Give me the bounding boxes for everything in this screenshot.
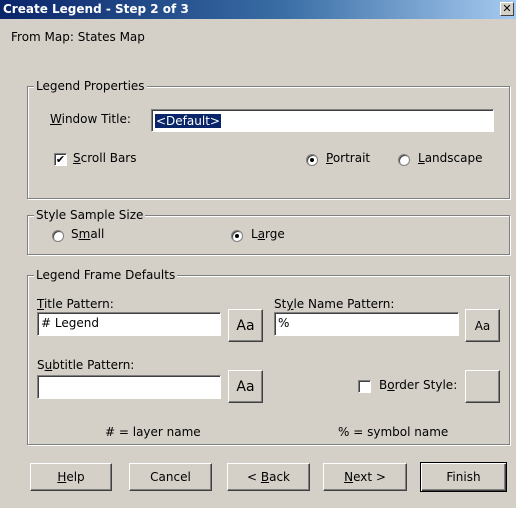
- style-name-pattern-label: Style Name Pattern:: [274, 297, 395, 311]
- large-radio[interactable]: [231, 230, 243, 242]
- next-button[interactable]: Next >: [323, 463, 407, 491]
- portrait-label[interactable]: Portrait: [326, 151, 370, 165]
- close-icon: ✕: [502, 2, 512, 15]
- dialog-window: Create Legend - Step 2 of 3 ✕ From Map: …: [0, 0, 516, 508]
- radio-dot-icon: [235, 234, 239, 238]
- scroll-bars-checkbox[interactable]: ✔: [54, 153, 67, 166]
- subtitle-font-button[interactable]: Aa: [228, 370, 263, 403]
- scroll-bars-label[interactable]: Scroll Bars: [73, 151, 137, 165]
- title-font-button[interactable]: Aa: [228, 309, 263, 342]
- from-map-value: States Map: [77, 30, 145, 44]
- landscape-radio[interactable]: [398, 154, 410, 166]
- radio-dot-icon: [310, 158, 314, 162]
- border-style-button[interactable]: [465, 370, 500, 403]
- window-title-input[interactable]: <Default>: [151, 109, 494, 132]
- portrait-radio[interactable]: [306, 154, 318, 166]
- border-style-checkbox[interactable]: [358, 380, 371, 393]
- legend-properties-group: Legend Properties: [27, 79, 510, 199]
- style-name-pattern-value: %: [278, 316, 290, 330]
- legend-frame-defaults-label: Legend Frame Defaults: [34, 268, 178, 282]
- legend-properties-label: Legend Properties: [34, 79, 147, 93]
- window-title: Create Legend - Step 2 of 3: [3, 2, 189, 16]
- subtitle-pattern-input[interactable]: [37, 375, 221, 399]
- title-bar: Create Legend - Step 2 of 3 ✕: [0, 0, 516, 19]
- landscape-label[interactable]: Landscape: [418, 151, 482, 165]
- window-title-field-label: Window Title:: [50, 112, 131, 126]
- font-aa-icon: Aa: [474, 318, 491, 333]
- cancel-button[interactable]: Cancel: [129, 463, 212, 491]
- window-title-value: <Default>: [155, 114, 221, 128]
- style-name-pattern-input[interactable]: %: [274, 312, 459, 336]
- title-pattern-input[interactable]: # Legend: [37, 312, 221, 336]
- symbol-name-note: % = symbol name: [338, 425, 449, 439]
- title-pattern-value: # Legend: [41, 316, 99, 330]
- style-name-font-button[interactable]: Aa: [465, 309, 500, 342]
- font-aa-icon: Aa: [236, 378, 255, 395]
- from-map-label: From Map:: [11, 30, 74, 44]
- style-sample-size-label: Style Sample Size: [34, 208, 146, 222]
- close-button[interactable]: ✕: [500, 2, 514, 16]
- finish-button[interactable]: Finish: [420, 462, 507, 492]
- small-label[interactable]: Small: [71, 227, 104, 241]
- border-style-label[interactable]: Border Style:: [379, 378, 457, 392]
- subtitle-pattern-label: Subtitle Pattern:: [37, 358, 135, 372]
- checkmark-icon: ✔: [55, 153, 66, 166]
- small-radio[interactable]: [52, 230, 64, 242]
- back-button[interactable]: < Back: [227, 463, 310, 491]
- font-aa-icon: Aa: [236, 317, 255, 334]
- large-label[interactable]: Large: [251, 227, 285, 241]
- layer-name-note: # = layer name: [105, 425, 201, 439]
- title-pattern-label: Title Pattern:: [37, 297, 114, 311]
- help-button[interactable]: Help: [30, 463, 112, 491]
- from-map-row: From Map: States Map: [11, 30, 145, 44]
